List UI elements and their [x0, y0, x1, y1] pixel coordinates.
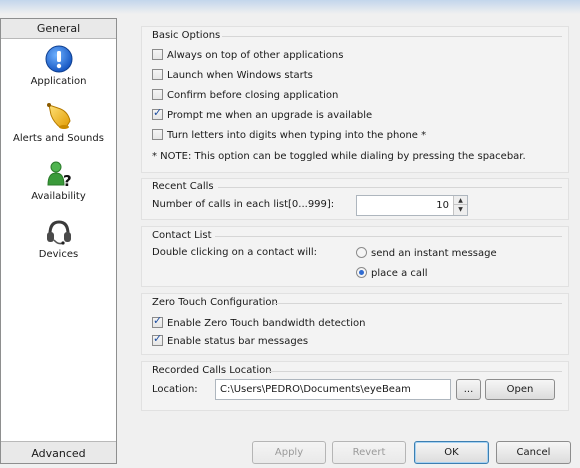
headset-icon: [46, 220, 71, 245]
group-title: Zero Touch Configuration: [152, 297, 278, 308]
window-top-strip: [0, 0, 580, 14]
info-icon: [45, 45, 72, 73]
browse-button[interactable]: ...: [456, 379, 481, 400]
radio-send-instant-message[interactable]: send an instant message: [356, 247, 497, 259]
group-divider: [218, 187, 562, 188]
sidebar-item-application[interactable]: Application: [1, 44, 116, 87]
recent-calls-stepper[interactable]: ▲ ▼: [453, 196, 467, 215]
bell-icon: [46, 103, 71, 129]
group-title: Contact List: [152, 230, 212, 241]
group-divider: [215, 236, 562, 237]
group-divider: [274, 303, 562, 304]
contact-list-group: Contact List Double clicking on a contac…: [141, 226, 569, 287]
sidebar-advanced-header[interactable]: Advanced: [1, 441, 116, 463]
sidebar-item-alerts-and-sounds[interactable]: Alerts and Sounds: [1, 101, 116, 144]
availability-person-icon: ?: [46, 161, 72, 189]
recent-calls-group: Recent Calls Number of calls in each lis…: [141, 178, 569, 220]
group-title: Recent Calls: [152, 181, 214, 192]
sidebar-general-header[interactable]: General: [1, 19, 116, 39]
checkbox-box[interactable]: [152, 106, 163, 120]
checkbox-launch-on-start[interactable]: Launch when Windows starts: [152, 69, 313, 81]
radio-place-call[interactable]: place a call: [356, 267, 428, 279]
recorded-calls-path-input[interactable]: C:\Users\PEDRO\Documents\eyeBeam: [215, 379, 451, 400]
stepper-up-icon[interactable]: ▲: [454, 196, 467, 205]
checkbox-box[interactable]: [152, 129, 163, 140]
sidebar-item-devices[interactable]: Devices: [1, 217, 116, 260]
checkbox-box[interactable]: [152, 89, 163, 100]
sidebar-item-label: Devices: [38, 249, 79, 260]
checkbox-always-on-top[interactable]: Always on top of other applications: [152, 49, 343, 61]
location-label: Location:: [152, 384, 198, 395]
ok-button[interactable]: OK: [414, 441, 489, 464]
zero-touch-group: Zero Touch Configuration Enable Zero Tou…: [141, 293, 569, 355]
sidebar-item-label: Application: [30, 76, 87, 87]
cancel-button[interactable]: Cancel: [496, 441, 571, 464]
open-button[interactable]: Open: [485, 379, 555, 400]
group-title: Basic Options: [152, 30, 221, 41]
group-divider: [222, 36, 562, 37]
sidebar-item-label: Alerts and Sounds: [13, 133, 104, 144]
group-divider: [270, 371, 562, 372]
radio-button[interactable]: [356, 247, 367, 258]
contact-list-label: Double clicking on a contact will:: [152, 247, 318, 258]
checkbox-zero-touch-bandwidth[interactable]: Enable Zero Touch bandwidth detection: [152, 314, 365, 329]
sidebar: General Application Alerts and Sounds ? …: [0, 18, 117, 464]
checkbox-letters-to-digits[interactable]: Turn letters into digits when typing int…: [152, 129, 426, 141]
checkbox-prompt-upgrade[interactable]: Prompt me when an upgrade is available: [152, 106, 372, 121]
checkbox-confirm-close[interactable]: Confirm before closing application: [152, 89, 338, 101]
checkbox-box[interactable]: [152, 332, 163, 346]
stepper-down-icon[interactable]: ▼: [454, 205, 467, 214]
recent-calls-count-input[interactable]: 10: [356, 195, 468, 216]
revert-button[interactable]: Revert: [332, 441, 406, 464]
checkbox-status-bar-messages[interactable]: Enable status bar messages: [152, 332, 308, 347]
checkbox-box[interactable]: [152, 69, 163, 80]
apply-button[interactable]: Apply: [252, 441, 326, 464]
sidebar-item-availability[interactable]: ? Availability: [1, 159, 116, 202]
svg-text:?: ?: [63, 172, 72, 189]
note-text: * NOTE: This option can be toggled while…: [152, 151, 526, 162]
group-title: Recorded Calls Location: [152, 365, 272, 376]
checkbox-box[interactable]: [152, 49, 163, 60]
sidebar-item-label: Availability: [31, 191, 86, 202]
basic-options-group: Basic Options Always on top of other app…: [141, 26, 569, 173]
recorded-calls-group: Recorded Calls Location Location: C:\Use…: [141, 361, 569, 411]
radio-button[interactable]: [356, 267, 367, 278]
recent-calls-label: Number of calls in each list[0...999]:: [152, 199, 335, 210]
checkbox-box[interactable]: [152, 314, 163, 328]
